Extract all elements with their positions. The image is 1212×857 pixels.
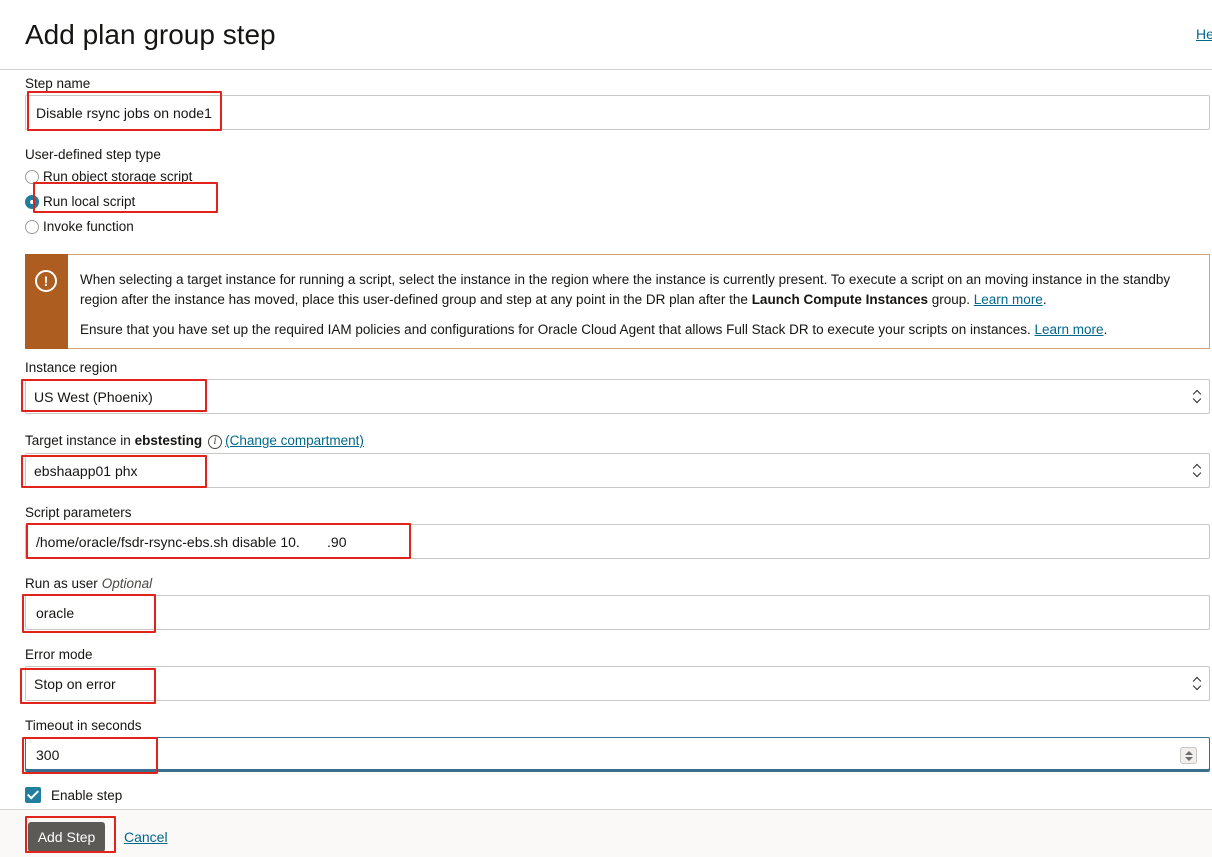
- alert-paragraph-2: Ensure that you have set up the required…: [80, 320, 1190, 340]
- radio-label: Run object storage script: [43, 169, 193, 184]
- page-header: Add plan group step He: [0, 0, 1212, 70]
- chevron-updown-icon: [1192, 464, 1202, 478]
- run-as-user-input[interactable]: oracle: [25, 595, 1210, 630]
- radio-label: Invoke function: [43, 219, 134, 234]
- chevron-updown-icon: [1192, 677, 1202, 691]
- target-instance-label: Target instance in ebstesting i (Change co…: [25, 433, 364, 449]
- alert-para1-after: group.: [931, 292, 971, 307]
- radio-button[interactable]: [25, 169, 39, 184]
- instance-region-label: Instance region: [25, 360, 118, 375]
- timeout-value: 300: [36, 746, 60, 763]
- enable-step-checkbox[interactable]: [25, 787, 41, 803]
- number-spinner-icon[interactable]: [1180, 747, 1197, 764]
- timeout-input[interactable]: 300: [25, 737, 1210, 772]
- warning-alert: ! When selecting a target instance for r…: [25, 254, 1210, 349]
- compartment-name: ebstesting: [134, 433, 203, 448]
- chevron-updown-icon: [1192, 390, 1202, 404]
- enable-step-checkbox-row[interactable]: Enable step: [25, 787, 122, 803]
- instance-region-value: US West (Phoenix): [34, 388, 153, 405]
- period: .: [1103, 322, 1108, 337]
- run-as-user-label-text: Run as user: [25, 576, 98, 591]
- radio-object-storage-script[interactable]: Run object storage script: [25, 169, 192, 184]
- radio-run-local-script[interactable]: Run local script: [25, 194, 135, 209]
- step-name-label: Step name: [25, 76, 91, 91]
- form-footer: Add Step Cancel: [0, 809, 1212, 857]
- optional-label: Optional: [101, 576, 153, 591]
- step-name-input[interactable]: Disable rsync jobs on node1: [25, 95, 1210, 130]
- period: .: [1042, 292, 1047, 307]
- learn-more-link-1[interactable]: Learn more: [974, 292, 1043, 307]
- alert-para1-bold: Launch Compute Instances: [751, 292, 928, 307]
- error-mode-label: Error mode: [25, 647, 93, 662]
- step-name-value: Disable rsync jobs on node1: [36, 104, 212, 121]
- radio-label: Run local script: [43, 194, 136, 209]
- alert-text: When selecting a target instance for run…: [80, 270, 1190, 340]
- cancel-link[interactable]: Cancel: [124, 829, 168, 845]
- radio-button-checked[interactable]: [25, 194, 39, 209]
- target-instance-select[interactable]: ebshaapp01 phx: [25, 453, 1210, 488]
- timeout-label: Timeout in seconds: [25, 718, 142, 733]
- add-step-button[interactable]: Add Step: [28, 822, 105, 852]
- script-parameters-label: Script parameters: [25, 505, 132, 520]
- alert-paragraph-1: When selecting a target instance for run…: [80, 270, 1190, 310]
- radio-button[interactable]: [25, 219, 39, 234]
- target-instance-value: ebshaapp01 phx: [34, 462, 138, 479]
- run-as-user-value: oracle: [36, 604, 75, 621]
- enable-step-label: Enable step: [51, 787, 123, 803]
- radio-invoke-function[interactable]: Invoke function: [25, 219, 134, 234]
- change-compartment-link[interactable]: (Change compartment): [225, 433, 364, 448]
- run-as-user-label: Run as user Optional: [25, 576, 152, 591]
- alert-bar: !: [25, 254, 68, 349]
- info-icon[interactable]: i: [208, 435, 223, 449]
- target-instance-prefix: Target instance in: [25, 433, 131, 448]
- step-type-label: User-defined step type: [25, 147, 161, 162]
- page-title: Add plan group step: [25, 19, 276, 50]
- script-parameters-input[interactable]: /home/oracle/fsdr-rsync-ebs.sh disable 1…: [25, 524, 1210, 559]
- help-link[interactable]: He: [1196, 26, 1212, 42]
- warning-icon: !: [35, 270, 57, 292]
- error-mode-value: Stop on error: [34, 675, 116, 692]
- script-parameters-value: /home/oracle/fsdr-rsync-ebs.sh disable 1…: [36, 533, 347, 550]
- instance-region-select[interactable]: US West (Phoenix): [25, 379, 1210, 414]
- learn-more-link-2[interactable]: Learn more: [1035, 322, 1104, 337]
- alert-para2-text: Ensure that you have set up the required…: [80, 322, 1031, 337]
- error-mode-select[interactable]: Stop on error: [25, 666, 1210, 701]
